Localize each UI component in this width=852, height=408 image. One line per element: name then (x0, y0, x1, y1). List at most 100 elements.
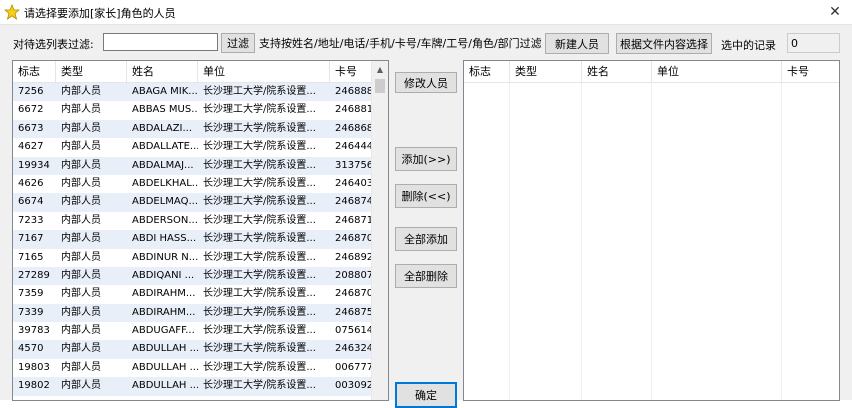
scrollbar-thumb[interactable] (375, 79, 385, 93)
cell-card: 31375610 (335, 159, 373, 171)
scroll-up-icon[interactable]: ▲ (372, 61, 388, 78)
cell-card: 24686871 (335, 122, 373, 134)
table-row[interactable]: 6674 内部人员 ABDELMAQ... 长沙理工大学/院系设置... 2468746 (13, 193, 373, 212)
ok-button[interactable]: 确定 (395, 382, 457, 408)
cell-flag: 19934 (18, 159, 50, 171)
table-row[interactable]: 6673 内部人员 ABDALAZI... 长沙理工大学/院系设置... 2468687… (13, 119, 373, 139)
cell-type: 内部人员 (61, 104, 101, 116)
table-row[interactable]: 7339 内部人员 ABDIRAHM... 长沙理工大学/院系设置... 2468754… (13, 303, 373, 323)
table-row[interactable]: 39783 内部人员 ABDUGAFF... 长沙理工大学/院系设置... 075614… (13, 322, 373, 341)
table-row[interactable]: 6672 内部人员 ABBAS MUS... 长沙理工大学/院系设置... 246881… (13, 101, 373, 120)
table-row[interactable]: 7256 内部人员 ABAGA MIK... 长沙理工大学/院系设置... 246888… (13, 83, 373, 102)
table-row[interactable]: 19934 内部人员 ABDALMAJ... 长沙理工大学/院系设置... 313756… (13, 156, 373, 175)
cell-unit: 长沙理工大学/院系设置... (203, 233, 316, 245)
cell-flag: 6673 (18, 122, 44, 134)
table-row[interactable]: 4627 内部人员 ABDALLATE... 长沙理工大学/院系设置... 246444… (13, 138, 373, 157)
cell-flag: 19803 (18, 361, 50, 373)
cell-type: 内部人员 (61, 86, 101, 97)
column-header-card[interactable]: 卡号 (330, 61, 373, 82)
new-person-button[interactable]: 新建人员 (545, 33, 609, 54)
filter-button[interactable]: 过滤 (221, 33, 255, 53)
table-row[interactable]: 7165 内部人员 ABDINUR N... 长沙理工大学/院系设置... 246892… (13, 248, 373, 267)
cell-flag: 27289 (18, 269, 50, 281)
filter-hint: 支持按姓名/地址/电话/手机/卡号/车牌/工号/角色/部门过滤 (259, 37, 542, 50)
cell-unit: 长沙理工大学/院系设置... (203, 122, 316, 134)
cell-name: ABDULLAH ... (132, 380, 198, 392)
cell-flag: 4570 (18, 343, 44, 355)
column-header-flag[interactable]: 标志 (13, 61, 56, 82)
select-by-file-button[interactable]: 根据文件内容选择 (616, 33, 712, 54)
cell-flag: 7165 (18, 251, 44, 263)
cell-card: 07561460 (335, 325, 373, 337)
cell-card: 24689286 (335, 251, 373, 263)
cell-unit: 长沙理工大学/院系设置... (203, 177, 316, 189)
cell-unit: 长沙理工大学/院系设置... (203, 196, 316, 208)
selected-column-header-type[interactable]: 类型 (510, 61, 582, 82)
cell-flag: 7256 (18, 86, 44, 97)
cell-type: 内部人员 (61, 325, 101, 337)
remove-all-button[interactable]: 全部删除 (395, 264, 457, 288)
selected-column-header-flag[interactable]: 标志 (464, 61, 510, 82)
add-all-button[interactable]: 全部添加 (395, 227, 457, 251)
selected-list-header: 标志 类型 姓名 单位 卡号 (464, 61, 839, 83)
cell-name: ABDALMAJ... (132, 159, 194, 171)
column-header-type[interactable]: 类型 (56, 61, 127, 82)
cell-card: 2468746 (335, 196, 373, 208)
table-row[interactable]: 4626 内部人员 ABDELKHAL... 长沙理工大学/院系设置... 246403… (13, 174, 373, 194)
cell-name: ABDERSON... (132, 214, 198, 226)
cell-unit: 长沙理工大学/院系设置... (203, 361, 316, 373)
cell-name: ABDALLATE... (132, 141, 198, 153)
cell-unit: 长沙理工大学/院系设置... (203, 159, 316, 171)
cell-flag: 39783 (18, 325, 50, 337)
window-title: 请选择要添加[家长]角色的人员 (24, 7, 176, 20)
cell-card: 24632479 (335, 343, 373, 355)
cell-name: ABDUGAFF... (132, 325, 195, 337)
cell-type: 内部人员 (61, 361, 101, 373)
cell-card: 00677710 (335, 361, 373, 373)
cell-unit: 长沙理工大学/院系设置... (203, 86, 316, 97)
cell-card: 24688106 (335, 104, 373, 116)
cell-card: 24644486 (335, 141, 373, 153)
selected-list[interactable]: 标志 类型 姓名 单位 卡号 (463, 60, 840, 401)
table-row[interactable]: 7359 内部人员 ABDIRAHM... 长沙理工大学/院系设置... 2468706… (13, 285, 373, 304)
table-row[interactable]: 19802 内部人员 ABDULLAH ... 长沙理工大学/院系设置... 00309… (13, 377, 373, 396)
cell-unit: 长沙理工大学/院系设置... (203, 269, 316, 281)
table-row[interactable]: 7233 内部人员 ABDERSON... 长沙理工大学/院系设置... 2468712… (13, 211, 373, 231)
cell-name: ABDI HASS... (132, 233, 197, 245)
cell-type: 内部人员 (61, 380, 101, 392)
star-icon (4, 4, 20, 20)
cell-unit: 长沙理工大学/院系设置... (203, 104, 316, 116)
table-row[interactable]: 4570 内部人员 ABDULLAH ... 长沙理工大学/院系设置... 246324… (13, 340, 373, 359)
cell-type: 内部人员 (61, 306, 101, 318)
cell-unit: 长沙理工大学/院系设置... (203, 325, 316, 337)
cell-name: ABBAS MUS... (132, 104, 198, 116)
remove-button[interactable]: 删除(<<) (395, 184, 457, 208)
cell-flag: 7359 (18, 288, 44, 300)
selected-count-field (787, 33, 840, 53)
selected-column-header-card[interactable]: 卡号 (782, 61, 839, 82)
table-row[interactable]: 7167 内部人员 ABDI HASS... 长沙理工大学/院系设置... 246870… (13, 230, 373, 249)
edit-person-button[interactable]: 修改人员 (395, 72, 457, 93)
cell-type: 内部人员 (61, 343, 101, 355)
cell-card: 24640386 (335, 177, 373, 189)
cell-card: 24687546 (335, 306, 373, 318)
cell-flag: 4626 (18, 177, 44, 189)
cell-card: 20880776 (335, 269, 373, 281)
cell-flag: 7339 (18, 306, 44, 318)
candidate-list[interactable]: 标志 类型 姓名 单位 卡号 7256 内部人员 ABAGA MIK... 长沙理工大… (12, 60, 389, 401)
add-button[interactable]: 添加(>>) (395, 147, 457, 171)
cell-type: 内部人员 (61, 159, 101, 171)
table-row[interactable]: 27289 内部人员 ABDIQANI ... 长沙理工大学/院系设置... 20880… (13, 266, 373, 286)
selected-column-header-name[interactable]: 姓名 (582, 61, 652, 82)
column-header-unit[interactable]: 单位 (198, 61, 330, 82)
cell-card: 24687029 (335, 233, 373, 245)
cell-type: 内部人员 (61, 233, 101, 245)
column-header-name[interactable]: 姓名 (127, 61, 198, 82)
cell-name: ABDIRAHM... (132, 306, 196, 318)
close-button[interactable]: ✕ (818, 0, 852, 24)
selected-column-header-unit[interactable]: 单位 (652, 61, 782, 82)
table-row[interactable]: 19803 内部人员 ABDULLAH ... 长沙理工大学/院系设置... 00677… (13, 358, 373, 378)
candidate-list-scrollbar[interactable]: ▲ (371, 61, 388, 400)
filter-input[interactable] (103, 33, 218, 51)
cell-name: ABDELMAQ... (132, 196, 198, 208)
